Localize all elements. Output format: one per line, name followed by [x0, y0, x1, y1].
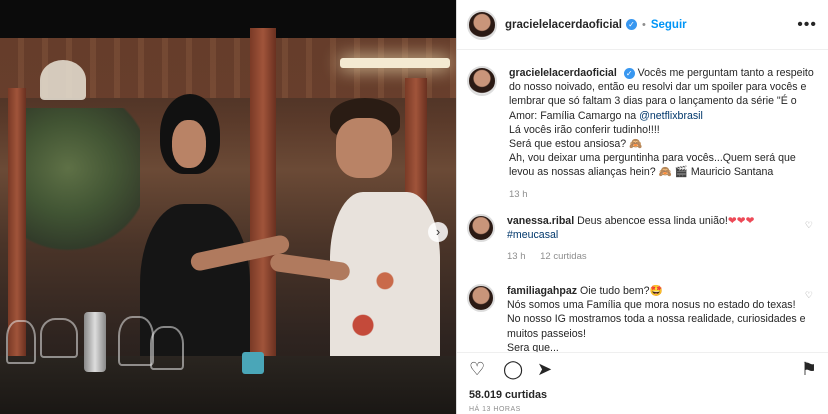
cup — [242, 352, 264, 374]
follow-button[interactable]: Seguir — [651, 19, 687, 31]
lamp — [40, 60, 86, 100]
photo-top-bar — [0, 0, 456, 38]
caption-age[interactable]: 13 h — [509, 189, 528, 200]
comment: familiagahpaz Oie tudo bem?🤩 Nós somos u… — [467, 284, 817, 352]
comment-body: vanessa.ribal Deus abencoe essa linda un… — [507, 214, 807, 265]
post-photo[interactable]: › — [0, 0, 456, 414]
caption-line: Lá vocês irão conferir tudinho!!!! — [509, 123, 660, 136]
caption-username[interactable]: gracielelacerdaoficial — [509, 67, 617, 79]
comment-line: Sera que... — [507, 341, 559, 352]
post-side-panel: gracielelacerdaoficial ✓ • Seguir ••• gr… — [456, 0, 828, 414]
caption-line: Ah, vou deixar uma perguntinha para você… — [509, 152, 796, 179]
comment-icon[interactable]: ◯ — [503, 359, 523, 380]
mention-link[interactable]: @netflixbrasil — [639, 110, 703, 122]
author-username[interactable]: gracielelacerdaoficial — [505, 19, 622, 31]
avatar[interactable] — [467, 284, 495, 312]
wine-glass — [40, 318, 78, 358]
wine-glass — [150, 326, 184, 370]
comment-username[interactable]: vanessa.ribal — [507, 215, 574, 227]
comment: vanessa.ribal Deus abencoe essa linda un… — [467, 214, 817, 265]
comment-line: Nós somos uma Família que mora nosus no … — [507, 299, 796, 312]
comment-age[interactable]: 13 h — [507, 251, 526, 262]
table — [0, 356, 456, 414]
wine-glass — [118, 316, 154, 366]
heart-icon[interactable]: ♡ — [469, 359, 485, 380]
avatar[interactable] — [467, 214, 495, 242]
avatar[interactable] — [467, 66, 497, 96]
avatar[interactable] — [467, 9, 497, 40]
comment-like-heart-icon[interactable]: ♡ — [805, 220, 813, 231]
action-bar: ♡ ◯ ➤ ⚑ 58.019 curtidas HÁ 13 HORAS — [457, 352, 828, 414]
comment-body: familiagahpaz Oie tudo bem?🤩 Nós somos u… — [507, 284, 807, 352]
comment-emoji: ❤❤❤ — [727, 215, 755, 227]
post-timestamp: HÁ 13 HORAS — [469, 406, 521, 413]
background-plants — [20, 108, 140, 258]
comment-line: No nosso IG mostramos toda a nossa reali… — [507, 313, 806, 340]
post-header: gracielelacerdaoficial ✓ • Seguir ••• — [457, 0, 828, 50]
share-icon[interactable]: ➤ — [537, 359, 552, 380]
comment-likes[interactable]: 12 curtidas — [540, 251, 586, 262]
comment-text: Deus abencoe essa linda união! — [577, 215, 728, 227]
wine-glass — [6, 320, 36, 364]
comment-like-heart-icon[interactable]: ♡ — [805, 290, 813, 301]
caption-line: Será que estou ansiosa? 🙈 — [509, 138, 643, 151]
comments-section: gracielelacerdaoficial ✓ Vocês me pergun… — [457, 52, 828, 352]
carousel-next-button[interactable]: › — [428, 222, 448, 242]
caption-text: gracielelacerdaoficial ✓ Vocês me pergun… — [509, 66, 815, 202]
hashtag-link[interactable]: #meucasal — [507, 229, 558, 241]
comment-text: Oie tudo bem?🤩 — [580, 285, 663, 297]
separator: • — [641, 18, 646, 31]
verified-badge-icon: ✓ — [625, 19, 637, 30]
bottle — [84, 312, 106, 372]
more-options-icon[interactable]: ••• — [797, 16, 817, 34]
verified-badge-icon: ✓ — [623, 67, 635, 79]
ceiling-light — [340, 58, 450, 68]
like-count[interactable]: 58.019 curtidas — [469, 389, 547, 401]
comment-username[interactable]: familiagahpaz — [507, 285, 577, 297]
bookmark-icon[interactable]: ⚑ — [801, 359, 817, 380]
caption: gracielelacerdaoficial ✓ Vocês me pergun… — [467, 66, 817, 202]
